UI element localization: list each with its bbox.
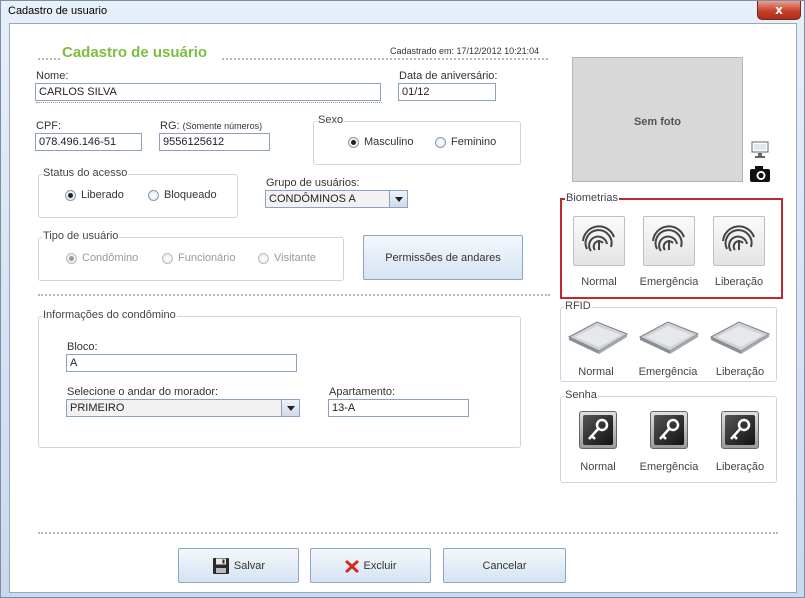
tipo-visitante-radio[interactable]: Visitante <box>258 252 316 264</box>
photo-frame: Sem foto <box>572 57 743 182</box>
page-title: Cadastro de usuário <box>62 44 208 61</box>
divider <box>38 58 60 60</box>
chevron-down-icon[interactable] <box>389 191 407 207</box>
save-button[interactable]: Salvar <box>178 548 299 583</box>
title-bar: Cadastro de usuario x <box>1 1 804 23</box>
rfid-emergencia-label: Emergência <box>638 366 698 378</box>
biometria-normal-button[interactable] <box>573 216 625 266</box>
rg-field[interactable]: 9556125612 <box>159 133 270 151</box>
cpf-label: CPF: <box>36 120 62 132</box>
window-title: Cadastro de usuario <box>8 5 108 17</box>
status-liberado-radio[interactable]: Liberado <box>65 189 124 201</box>
senha-normal-label: Normal <box>580 461 616 473</box>
status-bloqueado-radio[interactable]: Bloqueado <box>148 189 217 201</box>
biometria-normal-label: Normal <box>581 276 617 288</box>
senha-liberacao-label: Liberação <box>715 461 765 473</box>
rfid-liberacao-label: Liberação <box>715 366 765 378</box>
key-icon <box>659 418 680 440</box>
condominio-legend: Informações do condômino <box>42 309 177 321</box>
grupo-select[interactable]: CONDÔMINOS A <box>265 190 408 208</box>
cancel-button[interactable]: Cancelar <box>443 548 566 583</box>
senha-emergencia-button[interactable] <box>650 411 688 449</box>
close-button[interactable]: x <box>757 1 801 20</box>
delete-label: Excluir <box>363 559 397 572</box>
senha-emergencia-label: Emergência <box>639 461 699 473</box>
rg-note: (Somente números) <box>182 121 263 131</box>
bloco-field[interactable]: A <box>66 354 297 372</box>
grupo-value: CONDÔMINOS A <box>269 193 356 205</box>
apartamento-field[interactable]: 13-A <box>328 399 469 417</box>
delete-button[interactable]: Excluir <box>310 548 431 583</box>
biometria-emergencia-button[interactable] <box>643 216 695 266</box>
biometria-liberacao-button[interactable] <box>713 216 765 266</box>
rg-label: RG: (Somente números) <box>160 120 263 132</box>
tipo-group: Tipo de usuário Condômino Funcionário Vi… <box>38 230 344 281</box>
sexo-group: Sexo Masculino Feminino <box>313 114 521 165</box>
divider <box>222 58 548 60</box>
rfid-card-icon[interactable] <box>567 320 629 354</box>
biometrias-group: Biometrias Normal Emergência Liberação <box>560 192 783 299</box>
biometria-emergencia-label: Emergência <box>639 276 699 288</box>
divider <box>38 294 550 296</box>
photo-placeholder: Sem foto <box>633 116 682 128</box>
camera-icon[interactable] <box>749 165 771 183</box>
rfid-legend: RFID <box>564 300 592 312</box>
bloco-label: Bloco: <box>67 341 98 353</box>
rfid-group: RFID Normal Emergência Liberação <box>560 300 777 382</box>
rfid-card-icon[interactable] <box>709 320 771 354</box>
floppy-disk-icon <box>212 557 229 574</box>
status-group: Status do acesso Liberado Bloqueado <box>38 167 238 218</box>
aniversario-field[interactable]: 01/12 <box>398 83 496 101</box>
aniversario-label: Data de aniversário: <box>399 70 498 82</box>
nome-label: Nome: <box>36 70 69 82</box>
fingerprint-icon <box>722 225 755 252</box>
close-icon: x <box>775 3 783 17</box>
andar-select[interactable]: PRIMEIRO <box>66 399 300 417</box>
permissoes-button[interactable]: Permissões de andares <box>363 235 523 280</box>
senha-normal-button[interactable] <box>579 411 617 449</box>
status-legend: Status do acesso <box>42 167 129 179</box>
rfid-normal-label: Normal <box>578 366 614 378</box>
divider <box>36 102 382 103</box>
grupo-label: Grupo de usuários: <box>266 177 360 189</box>
created-timestamp: Cadastrado em: 17/12/2012 10:21:04 <box>390 46 540 56</box>
rfid-card-icon[interactable] <box>638 320 700 354</box>
form-area: Cadastro de usuário Cadastrado em: 17/12… <box>9 23 797 593</box>
divider <box>38 532 778 534</box>
save-label: Salvar <box>233 559 266 572</box>
senha-group: Senha Normal Emergência Liberação <box>560 389 777 483</box>
biometria-liberacao-label: Liberação <box>714 276 764 288</box>
nome-field[interactable]: CARLOS SILVA <box>35 83 381 101</box>
red-x-icon <box>345 559 360 573</box>
andar-label: Selecione o andar do morador: <box>67 386 219 398</box>
window: Cadastro de usuario x Cadastro de usuári… <box>0 0 805 598</box>
senha-legend: Senha <box>564 389 598 401</box>
andar-value: PRIMEIRO <box>70 402 125 414</box>
key-icon <box>588 418 609 440</box>
fingerprint-icon <box>652 225 685 252</box>
tipo-condomino-radio[interactable]: Condômino <box>66 252 138 264</box>
monitor-icon[interactable] <box>751 141 769 159</box>
sexo-masculino-radio[interactable]: Masculino <box>348 136 414 148</box>
senha-liberacao-button[interactable] <box>721 411 759 449</box>
condominio-group: Informações do condômino Bloco: A Seleci… <box>38 309 521 448</box>
fingerprint-icon <box>582 225 615 252</box>
tipo-funcionario-radio[interactable]: Funcionário <box>162 252 235 264</box>
sexo-legend: Sexo <box>317 114 345 126</box>
apartamento-label: Apartamento: <box>329 386 396 398</box>
chevron-down-icon[interactable] <box>281 400 299 416</box>
biometrias-legend: Biometrias <box>565 192 619 204</box>
tipo-legend: Tipo de usuário <box>42 230 120 242</box>
cpf-field[interactable]: 078.496.146-51 <box>35 133 142 151</box>
sexo-feminino-radio[interactable]: Feminino <box>435 136 496 148</box>
key-icon <box>730 418 751 440</box>
